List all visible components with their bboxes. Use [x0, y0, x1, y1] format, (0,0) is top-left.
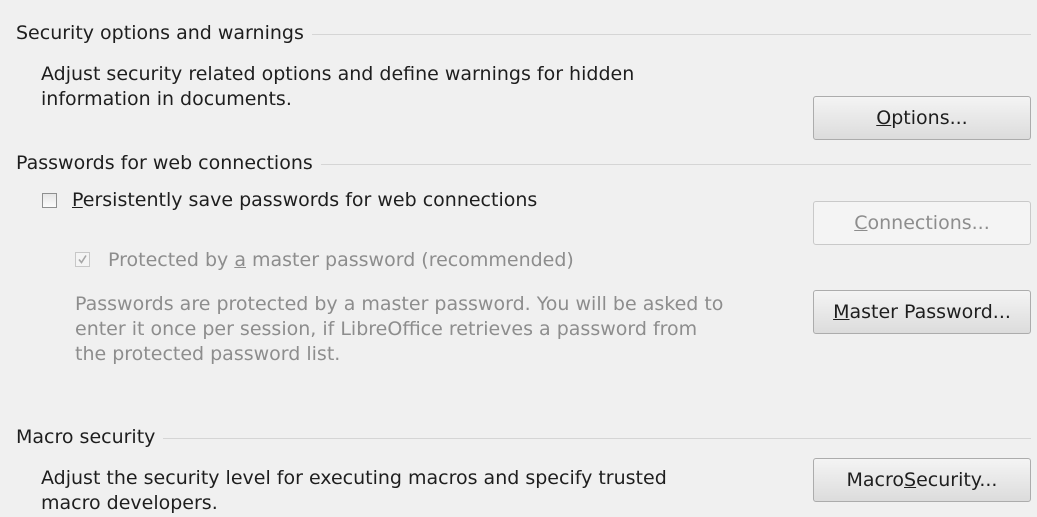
- password-info-line1: Passwords are protected by a master pass…: [75, 293, 724, 315]
- macro-security-button-mnemonic: S: [904, 469, 917, 491]
- options-button-label: ptions...: [891, 107, 968, 129]
- macro-description-line2: macro developers.: [41, 492, 218, 514]
- password-info-line3: the protected password list.: [75, 343, 341, 365]
- master-password-checkbox[interactable]: [75, 252, 90, 267]
- persist-label-text: ersistently save passwords for web conne…: [82, 189, 538, 211]
- options-button-mnemonic: O: [876, 107, 892, 129]
- persist-passwords-checkbox[interactable]: [42, 193, 57, 208]
- macro-security-button-pre: Macro: [846, 469, 905, 491]
- section-divider: [320, 163, 1031, 165]
- connections-button-label: onnections...: [867, 212, 990, 234]
- security-description-line1: Adjust security related options and defi…: [41, 63, 635, 85]
- options-button[interactable]: Options...: [813, 96, 1031, 140]
- connections-button[interactable]: Connections...: [813, 201, 1031, 245]
- master-password-button[interactable]: Master Password...: [813, 290, 1031, 334]
- password-info-line2: enter it once per session, if LibreOffic…: [75, 318, 698, 340]
- section-passwords: Passwords for web connections: [16, 151, 1031, 175]
- section-title-macro: Macro security: [16, 426, 156, 448]
- section-title-security: Security options and warnings: [16, 22, 304, 44]
- master-label-mnemonic: a: [234, 249, 246, 271]
- macro-security-button-label: ecurity...: [916, 469, 998, 491]
- macro-description-line1: Adjust the security level for executing …: [41, 467, 667, 489]
- section-macro-security: Macro security: [16, 425, 1031, 449]
- master-password-button-mnemonic: M: [833, 301, 850, 323]
- security-description-line2: information in documents.: [41, 88, 292, 110]
- master-label-post: master password (recommended): [245, 249, 574, 271]
- persist-mnemonic: P: [72, 189, 83, 211]
- section-title-passwords: Passwords for web connections: [16, 152, 313, 174]
- section-divider: [311, 33, 1031, 35]
- master-password-checkbox-label[interactable]: Protected by a master password (recommen…: [108, 248, 574, 273]
- persist-passwords-label[interactable]: Persistently save passwords for web conn…: [72, 188, 537, 213]
- master-password-button-label: aster Password...: [849, 301, 1011, 323]
- section-security-options: Security options and warnings: [16, 21, 1031, 45]
- macro-security-button[interactable]: Macro Security...: [813, 458, 1031, 502]
- checkmark-icon: [78, 255, 87, 264]
- section-divider: [163, 437, 1031, 439]
- connections-button-mnemonic: C: [854, 212, 868, 234]
- master-label-pre: Protected by: [108, 249, 235, 271]
